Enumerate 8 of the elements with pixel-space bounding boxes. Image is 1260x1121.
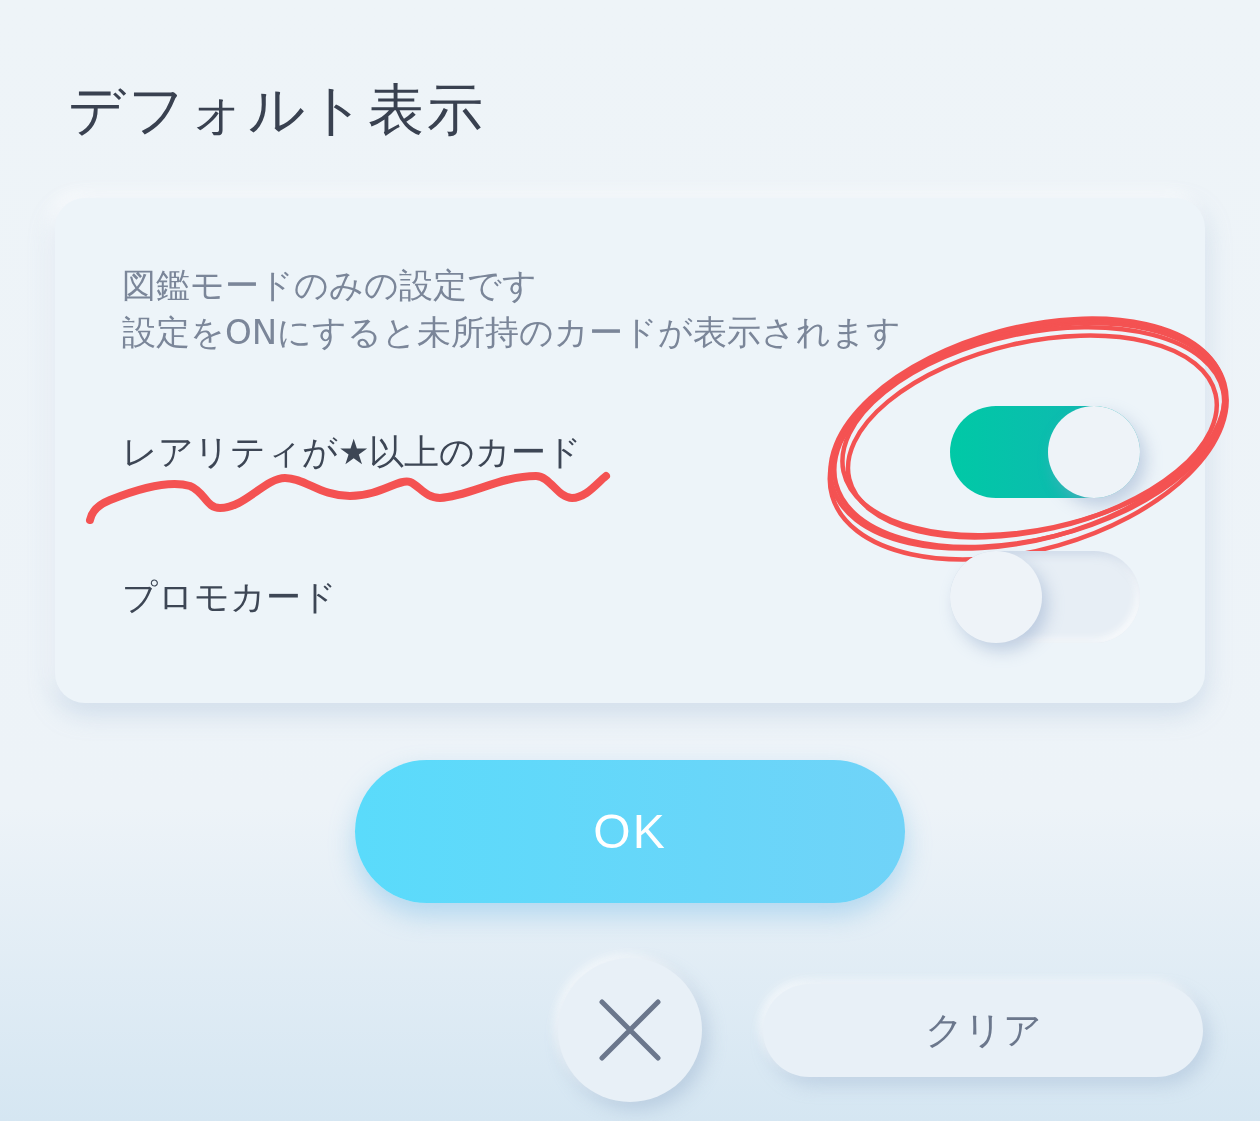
option-label: レアリティが★以上のカード	[122, 430, 583, 474]
close-icon	[599, 999, 661, 1062]
note-text: 図鑑モードのみの設定です	[122, 264, 538, 308]
clear-button[interactable]: クリア	[763, 983, 1203, 1077]
option-label: プロモカード	[122, 575, 337, 619]
dialog-title: デフォルト表示	[68, 76, 487, 144]
note-text: 設定をONにすると未所持のカードが表示されます	[122, 311, 903, 355]
toggle-switch[interactable]	[950, 406, 1140, 499]
